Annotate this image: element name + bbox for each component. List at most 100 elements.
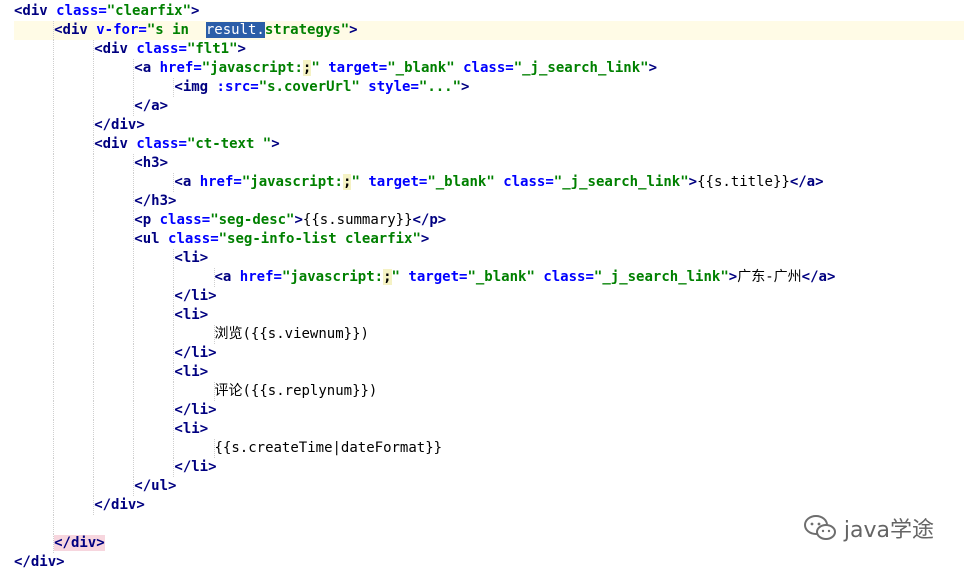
code-line[interactable]: </li> bbox=[14, 401, 964, 420]
code-text: </a> bbox=[134, 98, 169, 114]
code-area[interactable]: <div class="clearfix"> <div v-for="s in r… bbox=[14, 2, 964, 572]
indent-guide bbox=[53, 268, 55, 287]
indent-guide bbox=[53, 439, 55, 458]
code-line[interactable]: 评论({{s.replynum}}) bbox=[14, 382, 964, 401]
indent-guide bbox=[133, 325, 135, 344]
indent-guide bbox=[93, 382, 95, 401]
code-text: {{s.createTime|dateFormat}} bbox=[214, 440, 443, 456]
indent-guide bbox=[53, 382, 55, 401]
indent-guide bbox=[133, 420, 135, 439]
code-text: </li> bbox=[174, 402, 217, 418]
code-line[interactable]: </li> bbox=[14, 287, 964, 306]
code-text: <div class="ct-text "> bbox=[94, 136, 280, 152]
indent-guide bbox=[53, 230, 55, 249]
code-line[interactable]: <a href="javascript:;" target="_blank" c… bbox=[14, 268, 964, 287]
indent-guide bbox=[53, 458, 55, 477]
indent-guide bbox=[53, 211, 55, 230]
indent-guide bbox=[93, 97, 95, 116]
code-line[interactable]: <div class="ct-text "> bbox=[14, 135, 964, 154]
code-line[interactable]: <li> bbox=[14, 249, 964, 268]
code-line[interactable]: </a> bbox=[14, 97, 964, 116]
indent-guide bbox=[53, 249, 55, 268]
indent-guide bbox=[93, 477, 95, 496]
code-line[interactable]: 浏览({{s.viewnum}}) bbox=[14, 325, 964, 344]
indent-guide bbox=[93, 420, 95, 439]
code-line[interactable]: <div v-for="s in result.strategys"> bbox=[14, 21, 964, 40]
code-text: 浏览({{s.viewnum}}) bbox=[214, 326, 369, 342]
code-text: </li> bbox=[174, 288, 217, 304]
indent-guide bbox=[53, 78, 55, 97]
indent-guide bbox=[53, 116, 55, 135]
code-line[interactable]: </li> bbox=[14, 344, 964, 363]
indent-guide bbox=[173, 268, 175, 287]
indent-guide bbox=[93, 211, 95, 230]
indent-guide bbox=[133, 344, 135, 363]
code-line[interactable]: </li> bbox=[14, 458, 964, 477]
code-text: <div class="flt1"> bbox=[94, 41, 246, 57]
code-line[interactable]: </h3> bbox=[14, 192, 964, 211]
code-text: <img :src="s.coverUrl" style="..."> bbox=[174, 79, 470, 95]
code-text: <li> bbox=[174, 421, 209, 437]
code-line[interactable]: <h3> bbox=[14, 154, 964, 173]
indent-guide bbox=[53, 135, 55, 154]
indent-guide bbox=[53, 192, 55, 211]
indent-guide bbox=[93, 192, 95, 211]
indent-guide bbox=[93, 249, 95, 268]
code-editor[interactable]: <div class="clearfix"> <div v-for="s in r… bbox=[0, 0, 964, 574]
code-line[interactable]: <div class="flt1"> bbox=[14, 40, 964, 59]
code-line[interactable]: <li> bbox=[14, 306, 964, 325]
code-line[interactable]: {{s.createTime|dateFormat}} bbox=[14, 439, 964, 458]
code-text: <li> bbox=[174, 250, 209, 266]
code-text: </ul> bbox=[134, 478, 177, 494]
indent-guide bbox=[173, 439, 175, 458]
code-text: </h3> bbox=[134, 193, 177, 209]
code-line[interactable]: <ul class="seg-info-list clearfix"> bbox=[14, 230, 964, 249]
code-line[interactable]: <li> bbox=[14, 420, 964, 439]
indent-guide bbox=[93, 306, 95, 325]
code-text: </li> bbox=[174, 345, 217, 361]
code-text: <li> bbox=[174, 364, 209, 380]
indent-guide bbox=[53, 363, 55, 382]
code-text: <a href="javascript:;" target="_blank" c… bbox=[214, 269, 836, 285]
indent-guide bbox=[93, 458, 95, 477]
indent-guide bbox=[53, 59, 55, 78]
code-line[interactable]: </ul> bbox=[14, 477, 964, 496]
code-line[interactable]: <p class="seg-desc">{{s.summary}}</p> bbox=[14, 211, 964, 230]
code-line[interactable]: <a href="javascript:;" target="_blank" c… bbox=[14, 173, 964, 192]
indent-guide bbox=[133, 439, 135, 458]
watermark-text: java学途 bbox=[843, 518, 934, 543]
code-line[interactable]: <img :src="s.coverUrl" style="..."> bbox=[14, 78, 964, 97]
indent-guide bbox=[133, 382, 135, 401]
indent-guide bbox=[133, 287, 135, 306]
code-text: <h3> bbox=[134, 155, 169, 171]
wechat-icon bbox=[803, 515, 836, 540]
code-line[interactable]: <div class="clearfix"> bbox=[14, 2, 964, 21]
indent-guide bbox=[93, 363, 95, 382]
indent-guide bbox=[133, 458, 135, 477]
code-text: </li> bbox=[174, 459, 217, 475]
code-line[interactable]: <a href="javascript:;" target="_blank" c… bbox=[14, 59, 964, 78]
code-text: <div v-for="s in result.strategys"> bbox=[54, 22, 358, 38]
indent-guide bbox=[53, 154, 55, 173]
indent-guide bbox=[53, 515, 55, 534]
code-text: </div> bbox=[94, 497, 145, 513]
code-text: <a href="javascript:;" target="_blank" c… bbox=[174, 174, 824, 190]
indent-guide bbox=[53, 344, 55, 363]
indent-guide bbox=[133, 173, 135, 192]
code-text: <div class="clearfix"> bbox=[14, 3, 200, 19]
code-text: <ul class="seg-info-list clearfix"> bbox=[134, 231, 430, 247]
editor-gutter bbox=[0, 0, 8, 574]
indent-guide bbox=[133, 268, 135, 287]
indent-guide bbox=[93, 325, 95, 344]
indent-guide bbox=[53, 325, 55, 344]
code-line[interactable]: <li> bbox=[14, 363, 964, 382]
code-line[interactable]: </div> bbox=[14, 116, 964, 135]
indent-guide bbox=[93, 439, 95, 458]
code-text: <li> bbox=[174, 307, 209, 323]
indent-guide bbox=[53, 306, 55, 325]
code-text: <a href="javascript:;" target="_blank" c… bbox=[134, 60, 657, 76]
indent-guide bbox=[53, 401, 55, 420]
indent-guide bbox=[133, 249, 135, 268]
code-line[interactable]: </div> bbox=[14, 553, 964, 572]
indent-guide bbox=[173, 382, 175, 401]
